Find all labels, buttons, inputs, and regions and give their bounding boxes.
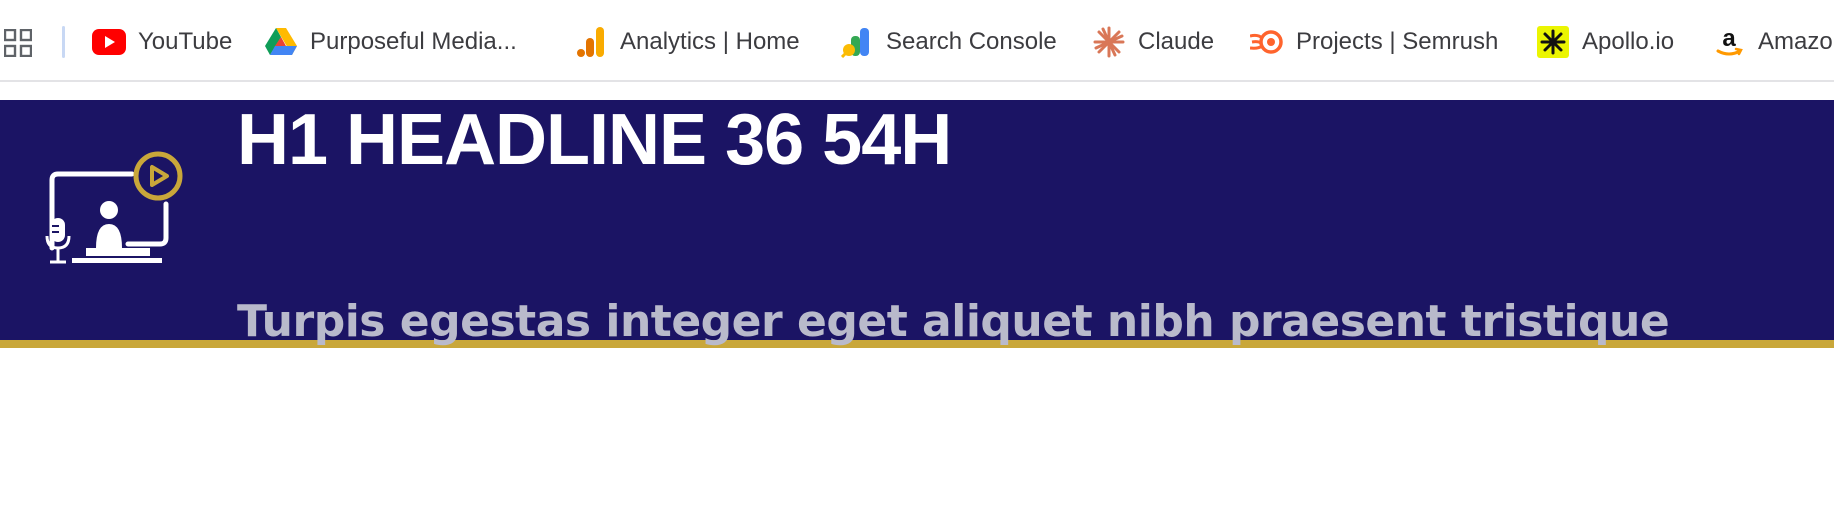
search-console-icon <box>840 25 874 59</box>
semrush-icon <box>1250 25 1284 59</box>
amazon-icon: a <box>1712 25 1746 59</box>
bookmark-label: Apollo.io <box>1582 28 1675 55</box>
youtube-icon <box>92 25 126 59</box>
google-drive-icon <box>264 25 298 59</box>
apps-grid-icon[interactable] <box>3 28 33 58</box>
bookmark-semrush[interactable]: Projects | Semrush <box>1250 22 1498 62</box>
google-analytics-icon <box>574 25 608 59</box>
hero-headline: H1 HEADLINE 36 54H <box>237 100 952 180</box>
hero-subline: Turpis egestas integer eget aliquet nibh… <box>237 296 1670 347</box>
svg-text:a: a <box>1722 26 1736 52</box>
bookmark-analytics[interactable]: Analytics | Home <box>574 22 800 62</box>
bookmark-label: Analytics | Home <box>620 28 800 55</box>
claude-icon <box>1092 25 1126 59</box>
bookmark-label: Amazo <box>1758 28 1833 55</box>
bookmark-label: Search Console <box>886 28 1057 55</box>
video-podcast-icon <box>40 148 190 272</box>
bookmark-search-console[interactable]: Search Console <box>840 22 1057 62</box>
bookmark-claude[interactable]: Claude <box>1092 22 1214 62</box>
bookmark-label: Projects | Semrush <box>1296 28 1499 55</box>
bookmarks-separator <box>62 26 65 58</box>
apollo-icon <box>1536 25 1570 59</box>
bookmark-apollo[interactable]: Apollo.io <box>1536 22 1674 62</box>
bookmark-label: YouTube <box>138 28 233 55</box>
bookmark-youtube[interactable]: YouTube <box>92 22 232 62</box>
bookmark-label: Purposeful Media... <box>310 28 517 55</box>
bookmark-label: Claude <box>1138 28 1215 55</box>
bookmarks-bar: YouTube Purposeful Media... Analytics | … <box>0 0 1834 82</box>
bookmark-amazon[interactable]: a Amazo <box>1712 22 1833 62</box>
bookmark-purposeful-media[interactable]: Purposeful Media... <box>264 22 517 62</box>
